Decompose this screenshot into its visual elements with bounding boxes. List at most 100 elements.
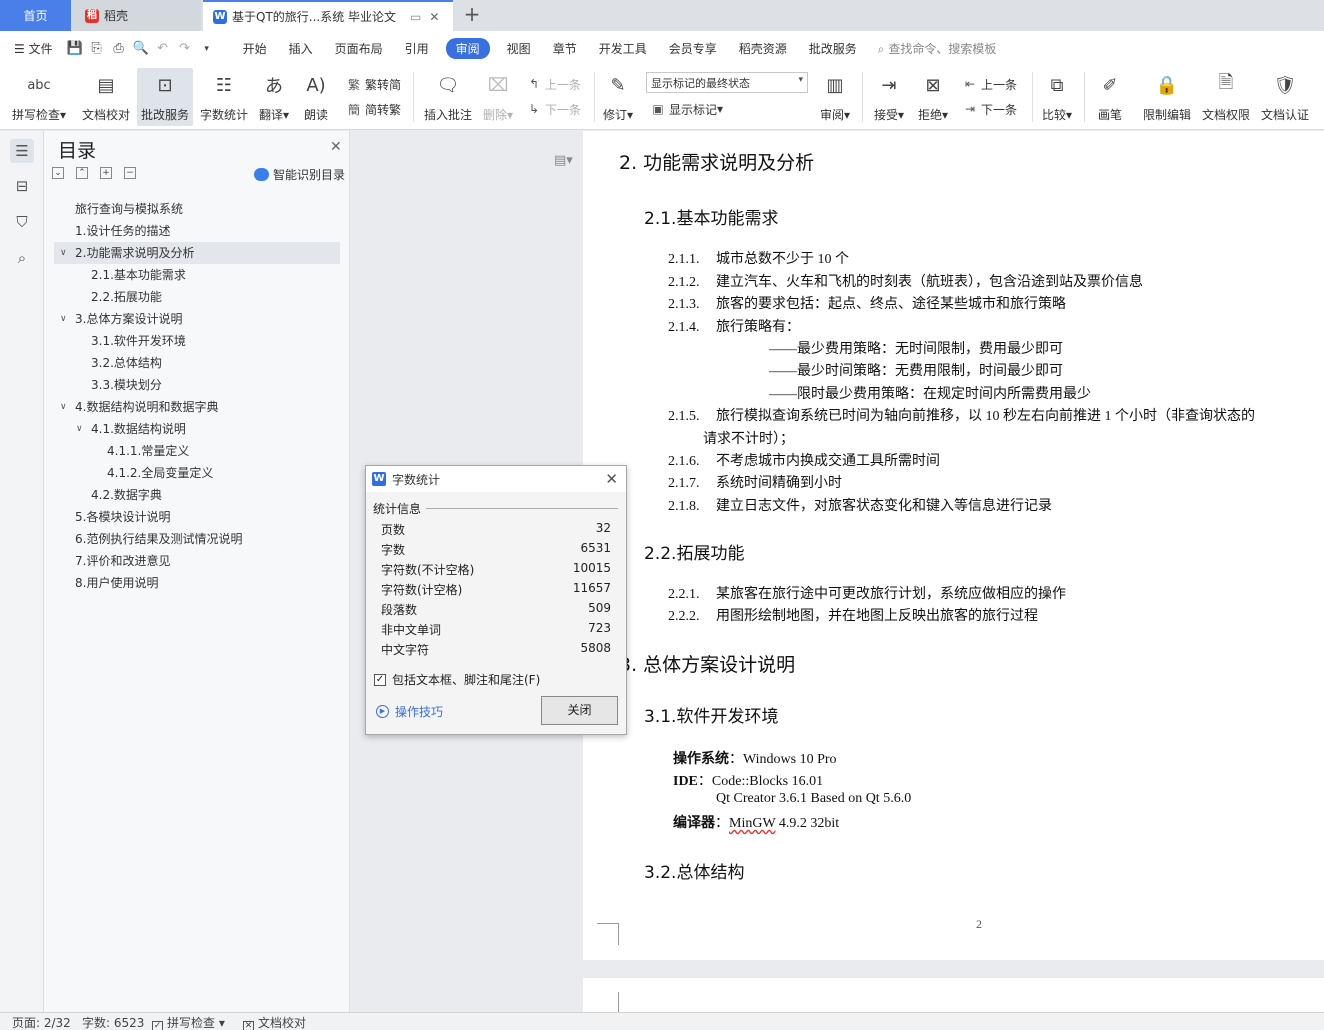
read-aloud-button[interactable]: A) 朗读 xyxy=(298,68,334,126)
tab-home[interactable]: 首页 xyxy=(0,0,71,31)
undo-icon[interactable]: ↶ xyxy=(152,41,174,56)
toc-item[interactable]: 1.设计任务的描述 xyxy=(54,220,340,242)
accept-button[interactable]: ⇥ 接受▾ xyxy=(870,68,908,126)
word-count-indicator[interactable]: 字数: 6523 xyxy=(82,1016,144,1030)
prev-change-button[interactable]: ⇤ 上一条 xyxy=(962,73,1017,95)
add-heading-icon[interactable]: + xyxy=(100,167,112,179)
markup-display-select[interactable]: 显示标记的最终状态 ▾ xyxy=(646,72,808,93)
toc-item[interactable]: ∨ 4.1.数据结构说明 xyxy=(54,418,340,440)
document-page[interactable]: 2. 功能需求说明及分析 2.1.基本功能需求 2.1.1. 城市总数不少于 10… xyxy=(583,131,1324,960)
menu-start[interactable]: 开始 xyxy=(232,40,278,57)
toc-item[interactable]: 3.1.软件开发环境 xyxy=(54,330,340,352)
expand-all-icon[interactable]: ⌄ xyxy=(52,167,64,179)
toc-item-label: 8.用户使用说明 xyxy=(75,576,159,590)
toc-item-selected[interactable]: ∨ 2.功能需求说明及分析 xyxy=(54,242,340,264)
prev-comment-button[interactable]: ↰ 上一条 xyxy=(526,73,581,95)
chapter-nav-icon[interactable]: ⊟ xyxy=(10,174,34,198)
menu-correction[interactable]: 批改服务 xyxy=(798,40,868,57)
simp-to-trad-button[interactable]: 簡简转繁 xyxy=(346,98,401,120)
tab-close-icon[interactable]: ✕ xyxy=(429,10,439,24)
status-spell-check[interactable]: ✓ 拼写检查 ▾ xyxy=(152,1016,225,1030)
print-icon[interactable]: ⎙ xyxy=(108,41,130,56)
doc-proof-button[interactable]: ▤ 文档校对 xyxy=(78,68,134,126)
save-icon[interactable]: 💾 xyxy=(64,41,86,56)
bookmark-icon[interactable]: ⛉ xyxy=(10,210,34,234)
tab-document[interactable]: W 基于QT的旅行...系统 毕业论文 ▭ ✕ xyxy=(203,0,453,31)
delete-comment-button[interactable]: ⌧ 删除▾ xyxy=(480,68,516,126)
file-menu[interactable]: ☰ 文件 xyxy=(0,40,64,57)
toc-item-label: 3.1.软件开发环境 xyxy=(91,334,186,348)
toc-item[interactable]: 旅行查询与模拟系统 xyxy=(54,198,340,220)
word-count-button[interactable]: ☷ 字数统计 xyxy=(196,68,252,126)
restrict-edit-button[interactable]: 🔒 限制编辑 xyxy=(1140,68,1194,126)
find-icon[interactable]: ⌕ xyxy=(10,246,34,270)
export-pdf-icon[interactable]: ⎘ xyxy=(86,41,108,56)
tips-link[interactable]: ▶ 操作技巧 xyxy=(376,703,443,720)
next-document-page[interactable] xyxy=(583,978,1324,1014)
page-indicator[interactable]: 页面: 2/32 xyxy=(12,1016,71,1030)
toc-view-icon[interactable]: ☰ xyxy=(10,139,34,163)
track-changes-button[interactable]: ✎ 修订▾ xyxy=(600,68,636,126)
next-comment-button[interactable]: ↳ 下一条 xyxy=(526,98,581,120)
toc-item[interactable]: 4.1.2.全局变量定义 xyxy=(54,462,340,484)
toc-item[interactable]: 5.各模块设计说明 xyxy=(54,506,340,528)
toc-item[interactable]: 4.2.数据字典 xyxy=(54,484,340,506)
heading-3: 3. 总体方案设计说明 xyxy=(619,654,796,676)
ai-toc-button[interactable]: 智能识别目录 xyxy=(254,166,345,183)
menu-devtools[interactable]: 开发工具 xyxy=(588,40,658,57)
toc-item[interactable]: 2.2.拓展功能 xyxy=(54,286,340,308)
menu-insert[interactable]: 插入 xyxy=(278,40,324,57)
list-item: 2.1.8. 建立日志文件，对旅客状态变化和键入等信息进行记录 xyxy=(668,495,1052,515)
toc-item[interactable]: ∨ 3.总体方案设计说明 xyxy=(54,308,340,330)
menu-view[interactable]: 视图 xyxy=(496,40,542,57)
review-pane-button[interactable]: ▥ 审阅▾ xyxy=(816,68,854,126)
doc-cert-button[interactable]: 🛡 文档认证 xyxy=(1258,68,1312,126)
tab-pin-icon[interactable]: ▭ xyxy=(410,10,421,24)
status-proof[interactable]: ✕ 文档校对 xyxy=(243,1016,306,1030)
toc-item[interactable]: 3.3.模块划分 xyxy=(54,374,340,396)
toc-item[interactable]: 6.范例执行结果及测试情况说明 xyxy=(54,528,340,550)
doc-permission-button[interactable]: 🗎 文档权限 xyxy=(1199,68,1253,126)
tab-daoke[interactable]: 稻稻壳 xyxy=(71,0,201,31)
include-textbox-checkbox[interactable]: ✓ 包括文本框、脚注和尾注(F) xyxy=(374,671,540,688)
menu-chapter[interactable]: 章节 xyxy=(542,40,588,57)
stat-label: 字符数(不计空格) xyxy=(381,563,475,577)
remove-heading-icon[interactable]: − xyxy=(124,167,136,179)
pen-button[interactable]: ✐ 画笔 xyxy=(1092,68,1128,126)
toc-item[interactable]: 2.1.基本功能需求 xyxy=(54,264,340,286)
menu-daoke-resource[interactable]: 稻壳资源 xyxy=(728,40,798,57)
next-change-button[interactable]: ⇥ 下一条 xyxy=(962,98,1017,120)
document-options-icon[interactable]: ▤▾ xyxy=(554,153,573,168)
menu-reference[interactable]: 引用 xyxy=(394,40,440,57)
compare-button[interactable]: ⧉ 比较▾ xyxy=(1038,68,1076,126)
toc-item[interactable]: 4.1.1.常量定义 xyxy=(54,440,340,462)
toc-item[interactable]: ∨ 4.数据结构说明和数据字典 xyxy=(54,396,340,418)
redo-icon[interactable]: ↷ xyxy=(174,41,196,56)
word-count-label: 字数统计 xyxy=(199,108,248,122)
command-search[interactable]: ⌕ 查找命令、搜索模板 xyxy=(878,40,997,57)
menu-member[interactable]: 会员专享 xyxy=(658,40,728,57)
collapse-all-icon[interactable]: ⌃ xyxy=(76,167,88,179)
reject-button[interactable]: ⊠ 拒绝▾ xyxy=(914,68,952,126)
menu-review[interactable]: 审阅 xyxy=(445,38,490,59)
spell-check-button[interactable]: abc 拼写检查▾ xyxy=(8,68,70,126)
correction-service-button[interactable]: ⊡ 批改服务 xyxy=(137,68,193,126)
quick-access-dropdown-icon[interactable]: ▾ xyxy=(196,44,218,54)
doc-proof-icon: ▤ xyxy=(97,74,115,96)
show-marks-button[interactable]: ▣ 显示标记 ▾ xyxy=(650,98,723,120)
toc-item[interactable]: 7.评价和改进意见 xyxy=(54,550,340,572)
menu-layout[interactable]: 页面布局 xyxy=(324,40,394,57)
next-change-label: 下一条 xyxy=(981,102,1018,117)
chevron-down-icon: ∨ xyxy=(60,402,67,412)
toc-item[interactable]: 8.用户使用说明 xyxy=(54,572,340,594)
close-button[interactable]: 关闭 xyxy=(541,696,618,725)
translate-button[interactable]: あ翻译▾ xyxy=(255,68,293,126)
close-icon[interactable]: ✕ xyxy=(330,139,342,155)
toc-item[interactable]: 3.2.总体结构 xyxy=(54,352,340,374)
trad-to-simp-button[interactable]: 繁繁转简 xyxy=(346,73,401,95)
close-icon[interactable]: ✕ xyxy=(605,470,618,488)
insert-comment-button[interactable]: 🗨 插入批注 xyxy=(420,68,476,126)
print-preview-icon[interactable]: 🔍 xyxy=(130,41,152,56)
dialog-titlebar[interactable]: W 字数统计 xyxy=(366,466,626,492)
new-tab-plus-icon[interactable]: + xyxy=(460,3,484,27)
